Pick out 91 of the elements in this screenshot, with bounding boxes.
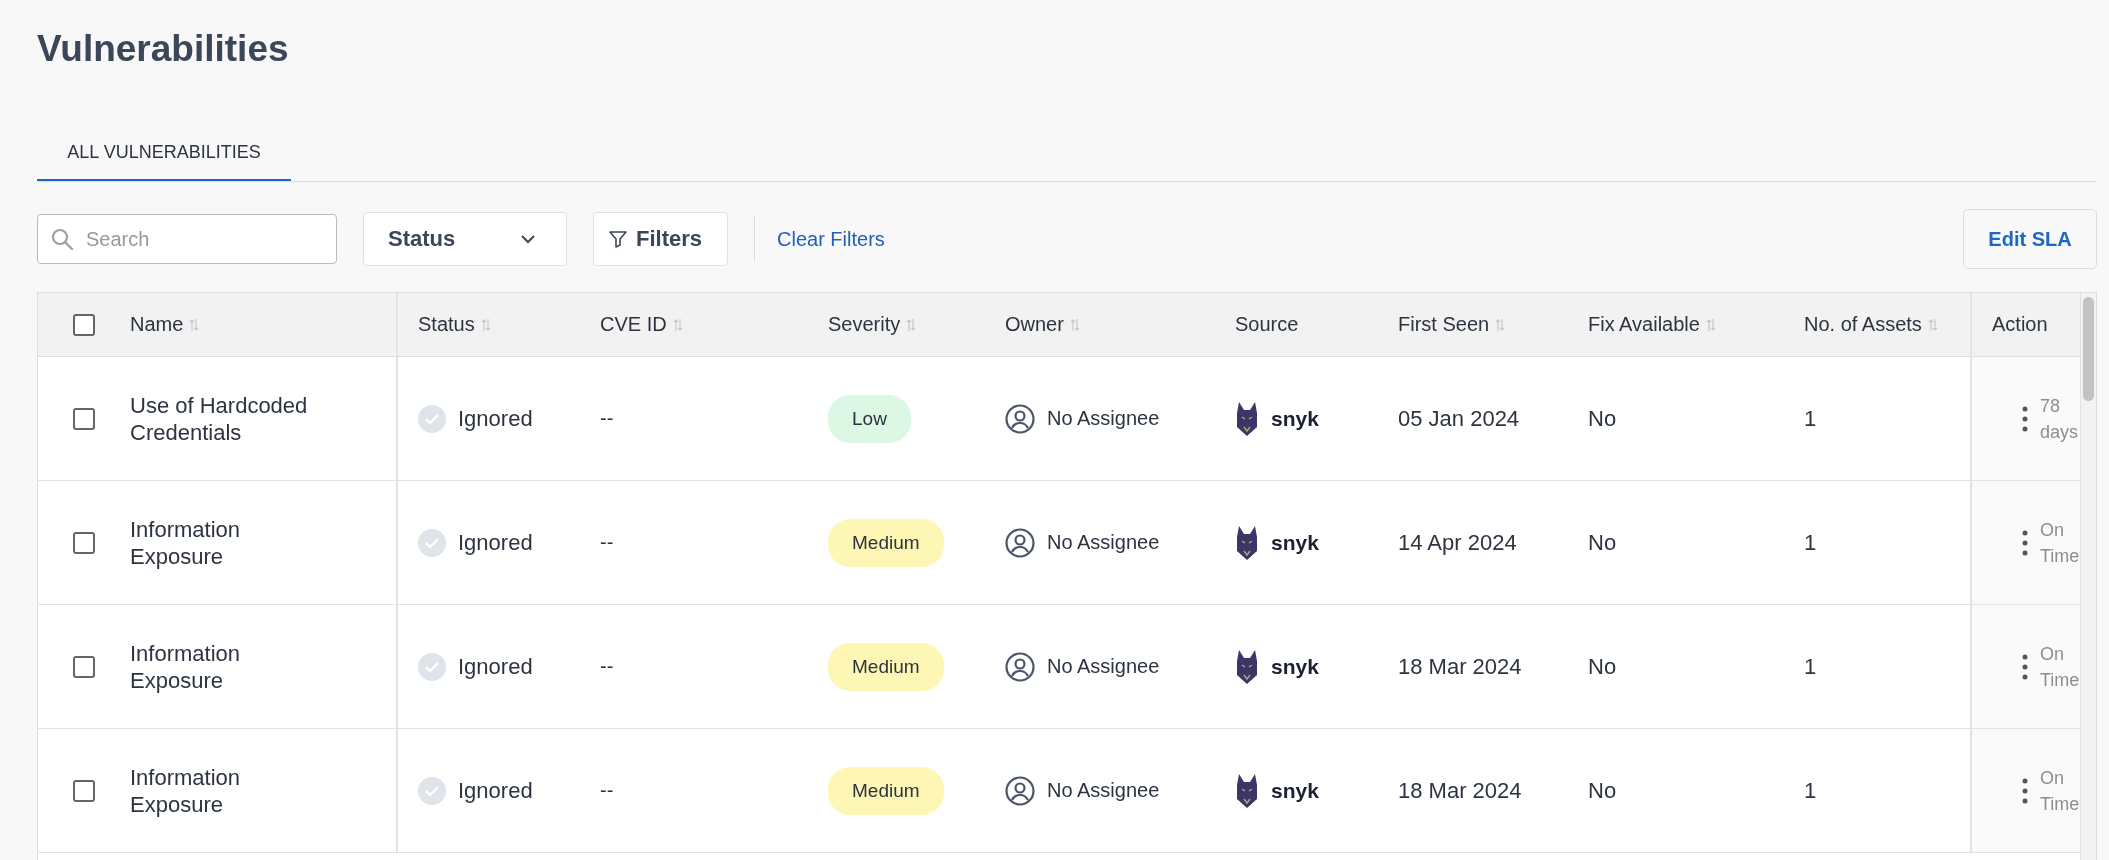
filters-button[interactable]: Filters [593,212,728,266]
check-circle-icon [418,404,446,433]
sort-icon [672,317,683,332]
dog-head-icon [1235,772,1259,809]
user-icon [1005,527,1035,558]
user-icon [1005,403,1035,434]
check-circle-icon [418,776,446,805]
sort-icon [1069,317,1080,332]
more-options-icon[interactable] [2022,529,2028,556]
sla-text: On Time [2040,766,2080,816]
owner-text: No Assignee [1047,655,1160,678]
date-text: 14 Apr 2024 [1398,529,1517,556]
table-cell: 1 [1804,777,1817,804]
edit-sla-button[interactable]: Edit SLA [1963,209,2097,269]
table-cell: -- [600,779,614,802]
source-name: snyk [1271,654,1319,679]
date-text: 05 Jan 2024 [1398,405,1520,432]
check-circle-icon [418,528,446,557]
vulnerability-name: Information Exposure [130,763,242,818]
more-options-icon[interactable] [2022,405,2028,432]
tab[interactable]: ALL VULNERABILITIES [37,142,291,181]
sort-icon [1927,317,1938,332]
sort-icon [1495,317,1506,332]
status-dropdown[interactable]: Status [363,212,567,266]
checkbox[interactable] [73,313,95,336]
column-header[interactable]: First Seen [1398,313,1506,336]
more-options-icon[interactable] [2022,653,2028,680]
sla-text: On Time [2040,642,2080,692]
date-text: 18 Mar 2024 [1398,653,1522,680]
sort-icon [906,317,917,332]
severity-badge: Low [828,394,911,443]
dog-head-icon [1235,400,1259,437]
status-text: Ignored [458,405,533,432]
column-header[interactable]: Source [1235,313,1299,336]
owner-text: No Assignee [1047,407,1160,430]
table-cell: -- [600,531,614,554]
search-input[interactable]: Search [84,226,308,252]
vulnerability-name: Information Exposure [130,515,242,570]
column-header[interactable]: Name [130,313,200,336]
table-cell: 1 [1804,405,1817,432]
table-cell: -- [600,655,614,678]
status-text: Ignored [458,529,533,556]
more-options-icon[interactable] [2022,777,2028,804]
check-circle-icon [418,652,446,681]
table-cell: No [1588,529,1617,556]
checkbox[interactable] [73,531,95,554]
column-header[interactable]: Status [418,313,491,336]
column-header[interactable]: CVE ID [600,313,683,336]
column-header[interactable]: Owner [1005,313,1080,336]
owner-text: No Assignee [1047,779,1160,802]
clear-filters-link[interactable]: Clear Filters [777,227,885,251]
table-cell: No [1588,777,1617,804]
dog-head-icon [1235,524,1259,561]
dog-head-icon [1235,648,1259,685]
column-header[interactable]: No. of Assets [1804,313,1938,336]
column-header[interactable]: Action [1992,313,2048,336]
user-icon [1005,651,1035,682]
sla-text: 78 days [2040,394,2080,444]
funnel-icon [608,229,628,249]
sort-icon [480,317,491,332]
severity-badge: Medium [828,766,944,815]
search-icon [50,227,74,251]
table-cell: 1 [1804,653,1817,680]
checkbox[interactable] [73,779,95,802]
owner-text: No Assignee [1047,531,1160,554]
vulnerability-name: Information Exposure [130,639,242,694]
sort-icon [1705,317,1716,332]
source-name: snyk [1271,530,1319,555]
status-text: Ignored [458,653,533,680]
vulnerability-name: Use of Hardcoded Credentials [130,391,309,446]
table-cell: No [1588,653,1617,680]
checkbox[interactable] [73,407,95,430]
search-field[interactable]: Search [37,214,337,264]
table-cell: No [1588,405,1617,432]
sla-text: On Time [2040,518,2080,568]
severity-badge: Medium [828,518,944,567]
chevron-down-icon [520,234,536,244]
user-icon [1005,775,1035,806]
date-text: 18 Mar 2024 [1398,777,1522,804]
scrollbar[interactable] [2083,297,2094,401]
column-header[interactable]: Severity [828,313,917,336]
page-title: Vulnerabilities [37,27,290,71]
status-text: Ignored [458,777,533,804]
source-name: snyk [1271,406,1319,431]
checkbox[interactable] [73,655,95,678]
table-cell: 1 [1804,529,1817,556]
sort-icon [189,317,200,332]
column-header[interactable]: Fix Available [1588,313,1716,336]
source-name: snyk [1271,778,1319,803]
table-cell: -- [600,407,614,430]
severity-badge: Medium [828,642,944,691]
